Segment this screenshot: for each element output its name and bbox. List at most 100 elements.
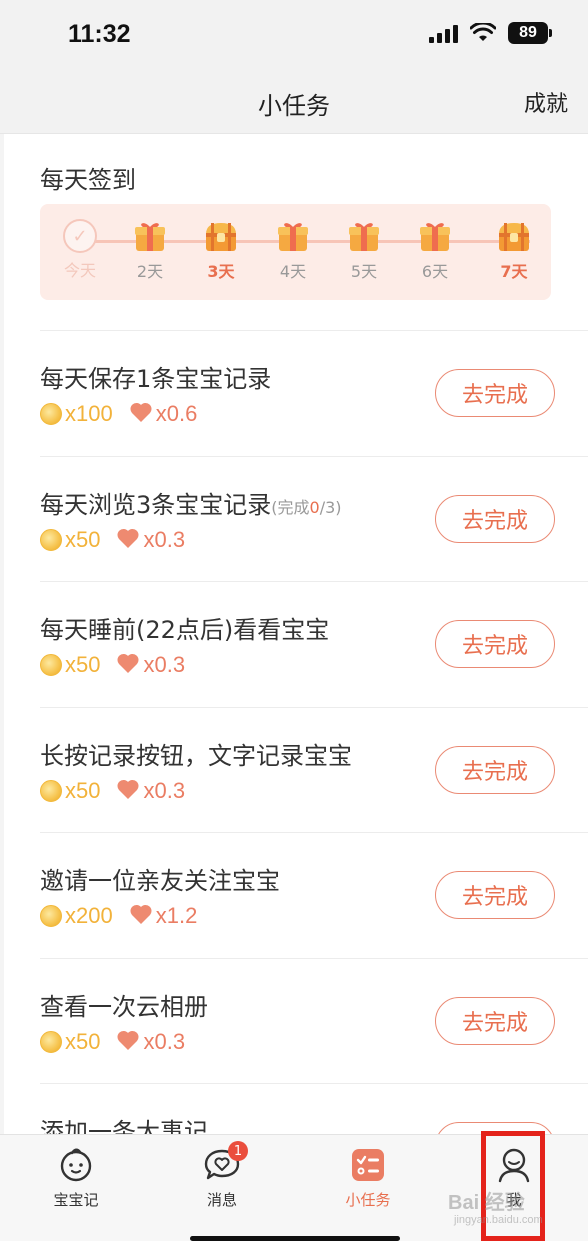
heart-reward: x0.3	[143, 777, 186, 803]
task-row: 每天保存1条宝宝记录 x100 x0.6 去完成	[40, 330, 588, 456]
coin-reward: x50	[65, 1028, 101, 1054]
check-icon: ✓	[63, 219, 97, 253]
task-title-text: 查看一次云相册	[40, 992, 208, 1021]
go-complete-button[interactable]: 去完成	[435, 745, 555, 794]
task-title: 查看一次云相册	[40, 987, 208, 1022]
tab-baby-records[interactable]: 宝宝记	[26, 1145, 126, 1210]
task-row: 查看一次云相册 x50 x0.3 去完成	[40, 957, 588, 1084]
task-rewards: x50 x0.3	[40, 1029, 185, 1055]
coin-icon	[40, 779, 62, 802]
go-complete-button[interactable]: 去完成	[435, 369, 555, 417]
gift-icon	[417, 218, 453, 254]
signin-title: 每天签到	[40, 166, 136, 194]
chat-heart-icon: 1	[202, 1141, 248, 1185]
baby-face-icon	[56, 1145, 96, 1185]
status-bar: 11:32 89	[0, 0, 588, 72]
status-time: 11:32	[68, 20, 131, 48]
gift-icon	[275, 218, 311, 254]
tab-messages[interactable]: 1 消息	[172, 1141, 272, 1210]
heart-reward: x1.2	[155, 903, 198, 928]
signin-day-1: ✓ 今天	[55, 218, 105, 281]
cellular-signal-icon	[429, 23, 458, 43]
signin-day-label: 6天	[421, 262, 449, 281]
task-rewards: x200 x1.2	[40, 903, 197, 929]
heart-icon	[116, 652, 140, 678]
signin-day-label: 今天	[63, 261, 96, 280]
tab-label: 消息	[206, 1191, 237, 1209]
signin-day-7: 7天	[489, 218, 539, 282]
signin-day-label: 4天	[279, 262, 307, 281]
task-title-text: 添加一条大事记	[40, 1118, 208, 1134]
coin-reward: x50	[65, 652, 101, 677]
task-content[interactable]: 每天签到 ✓ 今天 2天 3天 4天 5天 6天 7天 每天保存1条宝宝记录 x100 x0.6 去…	[4, 134, 588, 1134]
nav-bar: 小任务 成就	[0, 72, 588, 134]
task-rewards: x50 x0.3	[40, 652, 185, 678]
coin-icon	[40, 528, 62, 551]
coin-icon	[40, 905, 62, 927]
go-complete-button[interactable]: 去完成	[435, 996, 555, 1045]
task-title-text: 每天睡前(22点后)看看宝宝	[40, 616, 330, 644]
task-row: 每天睡前(22点后)看看宝宝 x50 x0.3 去完成	[40, 581, 588, 707]
task-title: 每天保存1条宝宝记录	[40, 359, 271, 394]
signin-day-label: 5天	[350, 262, 378, 281]
unread-badge: 1	[228, 1141, 248, 1161]
signin-day-3: 3天	[196, 218, 246, 282]
task-row: 添加一条大事记去完成	[40, 1083, 588, 1134]
tab-tasks[interactable]: 小任务	[318, 1145, 418, 1210]
signin-day-4: 4天	[268, 218, 318, 282]
task-title-text: 长按记录按钮，文字记录宝宝	[40, 741, 352, 770]
task-title: 长按记录按钮，文字记录宝宝	[40, 736, 352, 771]
coin-icon	[40, 403, 62, 425]
heart-reward: x0.3	[143, 1028, 186, 1054]
signin-day-label: 3天	[207, 262, 235, 281]
task-list-icon	[348, 1145, 388, 1185]
coin-icon	[40, 654, 62, 676]
go-complete-button[interactable]: 去完成	[435, 871, 555, 919]
heart-reward: x0.6	[155, 401, 198, 426]
heart-reward: x0.3	[143, 652, 186, 677]
tab-label: 宝宝记	[53, 1191, 99, 1209]
coin-reward: x50	[65, 777, 101, 803]
task-title: 邀请一位亲友关注宝宝	[40, 861, 280, 896]
task-title-text: 每天浏览3条宝宝记录	[40, 490, 272, 519]
heart-icon	[116, 778, 140, 804]
page-title: 小任务	[258, 92, 330, 120]
watermark-logo: Bai 经验	[448, 1192, 525, 1214]
battery-icon: 89	[508, 22, 552, 44]
signin-day-5: 5天	[339, 218, 389, 282]
heart-icon	[129, 903, 153, 929]
tab-label: 小任务	[345, 1191, 391, 1209]
achievements-link[interactable]: 成就	[524, 86, 568, 118]
heart-icon	[116, 527, 140, 553]
coin-reward: x100	[65, 401, 113, 426]
heart-icon	[129, 401, 153, 427]
status-icons: 89	[429, 22, 552, 44]
task-progress-count: 0	[309, 497, 320, 517]
task-rewards: x50 x0.3	[40, 778, 185, 804]
task-progress-note: (完成0/3)	[271, 497, 342, 517]
go-complete-button[interactable]: 去完成	[435, 494, 555, 543]
coin-reward: x200	[65, 903, 113, 928]
go-complete-button[interactable]: 去完成	[435, 620, 555, 668]
home-indicator	[190, 1236, 400, 1241]
task-row: 每天浏览3条宝宝记录(完成0/3) x50 x0.3 去完成	[40, 455, 588, 582]
gift-icon	[132, 218, 168, 254]
watermark-url: jingyan.baidu.com	[454, 1214, 543, 1226]
task-title-text: 邀请一位亲友关注宝宝	[40, 867, 280, 895]
coin-icon	[40, 1030, 62, 1053]
task-title: 每天睡前(22点后)看看宝宝	[40, 610, 329, 645]
task-title: 添加一条大事记	[40, 1112, 208, 1134]
task-row: 邀请一位亲友关注宝宝 x200 x1.2 去完成	[40, 832, 588, 958]
signin-track: ✓ 今天 2天 3天 4天 5天 6天 7天	[40, 204, 551, 300]
task-title-text: 每天保存1条宝宝记录	[40, 365, 272, 393]
signin-day-label: 2天	[136, 262, 164, 281]
coin-reward: x50	[65, 526, 101, 552]
heart-reward: x0.3	[143, 526, 186, 552]
task-row: 长按记录按钮，文字记录宝宝 x50 x0.3 去完成	[40, 706, 588, 833]
task-title: 每天浏览3条宝宝记录(完成0/3)	[40, 485, 342, 520]
gift-icon	[346, 218, 382, 254]
chest-icon	[203, 218, 239, 254]
task-rewards: x100 x0.6	[40, 401, 197, 427]
chest-icon	[496, 218, 532, 254]
signin-day-label: 7天	[500, 262, 528, 281]
